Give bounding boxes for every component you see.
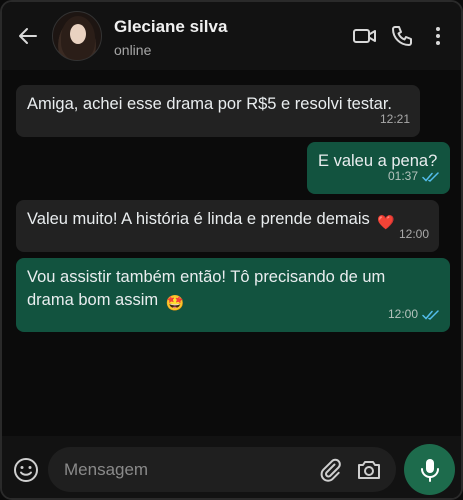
phone-icon[interactable] bbox=[389, 24, 415, 48]
message-input-placeholder: Mensagem bbox=[64, 460, 149, 479]
message-list: Amiga, achei esse drama por R$5 e resolv… bbox=[2, 70, 461, 436]
message-text: Amiga, achei esse drama por R$5 e resolv… bbox=[27, 95, 393, 113]
message-meta: 12:21 bbox=[380, 108, 410, 131]
message-time: 12:21 bbox=[379, 112, 410, 126]
star-eyes-emoji: 🤩 bbox=[165, 295, 185, 312]
message-incoming[interactable]: Valeu muito! A história é linda e prende… bbox=[16, 200, 439, 252]
camera-icon[interactable] bbox=[356, 458, 382, 482]
composer-bar: Mensagem bbox=[2, 436, 461, 498]
emoji-icon[interactable] bbox=[12, 456, 40, 484]
message-meta: 01:37 bbox=[388, 165, 440, 188]
message-text: Valeu muito! A história é linda e prende… bbox=[27, 210, 370, 228]
back-arrow-icon[interactable] bbox=[16, 24, 40, 48]
message-time: 12:00 bbox=[398, 227, 429, 241]
message-time: 01:37 bbox=[387, 169, 418, 183]
avatar[interactable] bbox=[52, 11, 102, 61]
attach-icon[interactable] bbox=[318, 458, 342, 482]
read-ticks-icon bbox=[422, 309, 439, 320]
chat-window: Gleciane silva online Amiga, achei esse … bbox=[0, 0, 463, 500]
contact-name[interactable]: Gleciane silva bbox=[114, 17, 227, 37]
chat-header: Gleciane silva online bbox=[2, 2, 461, 70]
more-vert-icon[interactable] bbox=[428, 24, 448, 48]
read-ticks-icon bbox=[422, 171, 439, 182]
message-outgoing[interactable]: Vou assistir também então! Tô precisando… bbox=[16, 258, 450, 332]
message-outgoing[interactable]: E valeu a pena? 01:37 bbox=[307, 142, 450, 194]
video-call-icon[interactable] bbox=[352, 24, 378, 48]
mic-button[interactable] bbox=[404, 444, 455, 495]
message-meta: 12:00 bbox=[388, 303, 440, 326]
message-time: 12:00 bbox=[387, 307, 418, 321]
contact-status: online bbox=[114, 42, 152, 58]
message-meta: 12:00 bbox=[399, 223, 429, 246]
message-text-line1: Vou assistir também então! Tô precisando… bbox=[27, 268, 386, 286]
heart-emoji: ❤️ bbox=[377, 214, 395, 230]
message-input[interactable]: Mensagem bbox=[48, 447, 396, 492]
message-text-line2: drama bom assim bbox=[27, 291, 159, 309]
mic-icon bbox=[420, 458, 439, 482]
message-incoming[interactable]: Amiga, achei esse drama por R$5 e resolv… bbox=[16, 85, 420, 137]
